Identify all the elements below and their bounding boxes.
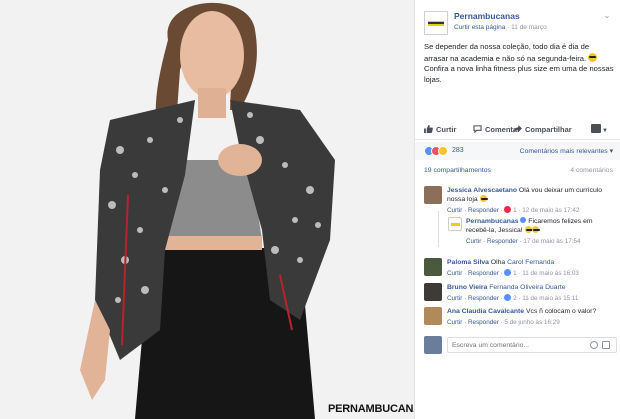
comment-actions[interactable]: Curtir · Responder · [466, 238, 522, 245]
comment-meta: Curtir · Responder · 1 · 12 de maio às 1… [447, 206, 580, 214]
page-avatar-mini-icon [591, 124, 601, 133]
comment-text: Vcs ñ colocam o valor? [525, 308, 597, 315]
comment-body: Bruno Vieira Fernanda Oliveira Duarte Cu… [447, 283, 615, 303]
comment-mention[interactable]: Carol Fernanda [507, 259, 554, 266]
reply-thread-line [438, 211, 439, 247]
reaction-count[interactable]: 283 [452, 147, 464, 154]
comment-date[interactable]: 12 de maio às 17:42 [522, 207, 579, 214]
comment-body: Ana Claudia Cavalcante Vcs ñ colocam o v… [447, 307, 615, 327]
post-date[interactable]: 11 de março [511, 24, 547, 31]
comment-author[interactable]: Jessica Alvescaetano [447, 187, 517, 194]
emoji-icon[interactable] [590, 341, 598, 349]
comment-text: Olha [490, 259, 506, 266]
like-reaction-icon [504, 294, 512, 301]
page-name-link[interactable]: Pernambucanas [454, 11, 520, 21]
avatar[interactable] [424, 258, 442, 276]
sunglasses-emoji-icon [588, 52, 598, 62]
post-caption: Se depender da nossa coleção, todo dia é… [424, 42, 614, 85]
comment-meta: Curtir · Responder · 1 · 11 de maio às 1… [447, 269, 579, 277]
comment-author[interactable]: Paloma Silva [447, 259, 489, 266]
comment-author[interactable]: Pernambucanas [466, 218, 519, 225]
yellow-heart-emoji-icon [524, 226, 533, 233]
verified-badge-icon [520, 217, 527, 223]
like-label: Curtir [436, 125, 457, 134]
comment-date[interactable]: 11 de maio às 16:03 [522, 270, 579, 277]
comment-date[interactable]: 5 de junho às 16:29 [504, 319, 559, 326]
comment-date[interactable]: 11 de maio às 15:11 [522, 295, 578, 302]
comment-actions[interactable]: Curtir · Responder · [447, 295, 503, 302]
post-action-bar: Curtir Comentar Compartilhar ▼ [415, 120, 620, 140]
share-button[interactable]: Compartilhar [513, 125, 572, 134]
caption-line-1: Se depender da nossa coleção, todo dia é… [424, 42, 590, 63]
love-reaction-icon [504, 206, 512, 213]
comment-body: Pernambucanas Ficaremos felizes em receb… [466, 217, 614, 246]
like-reaction-icon [504, 269, 512, 276]
sort-label: Comentários mais relevantes [519, 148, 608, 155]
page-subtitle: Curtir esta página · 11 de março [454, 24, 547, 31]
yellow-heart-emoji-icon [531, 226, 540, 233]
thumbs-up-icon [424, 125, 433, 133]
logo-dark-bar [428, 22, 444, 24]
comments-count: 4 comentários [570, 167, 613, 174]
comment-likes[interactable]: 1 [513, 207, 517, 214]
comment-author[interactable]: Ana Claudia Cavalcante [447, 308, 524, 315]
chevron-down-icon[interactable]: ⌄ [602, 11, 612, 21]
comment-actions[interactable]: Curtir · Responder · [447, 207, 503, 214]
caption-line-2: Confira a nova linha fitness plus size e… [424, 64, 614, 84]
comment-body: Paloma Silva Olha Carol Fernanda Curtir … [447, 258, 615, 278]
post-header: Pernambucanas Curtir esta página · 11 de… [424, 9, 614, 37]
like-page-link[interactable]: Curtir esta página [454, 24, 505, 31]
comment-actions[interactable]: Curtir · Responder · [447, 319, 503, 326]
share-label: Compartilhar [525, 125, 572, 134]
avatar [424, 336, 442, 354]
avatar[interactable] [448, 217, 462, 231]
comment-mention[interactable]: Fernanda Oliveira Duarte [489, 284, 565, 291]
comment-likes[interactable]: 1 [513, 270, 517, 277]
shares-count-link[interactable]: 19 compartilhamentos [424, 167, 491, 174]
like-button[interactable]: Curtir [424, 125, 456, 134]
avatar[interactable] [424, 283, 442, 301]
logo-yellow-bar [451, 223, 460, 226]
brand-watermark: PERNAMBUCANAS [328, 403, 414, 415]
post-counts: 19 compartilhamentos 4 comentários [415, 166, 620, 178]
comment-meta: Curtir · Responder · 17 de maio às 17:54 [466, 237, 614, 246]
comment-body: Jessica Alvescaetano Olá vou deixar um c… [447, 186, 615, 215]
comment-meta: Curtir · Responder · 2 · 11 de maio às 1… [447, 294, 579, 302]
reactions-summary[interactable]: 283 Comentários mais relevantes ▾ [415, 142, 620, 160]
page-avatar[interactable] [424, 11, 448, 35]
comment-sort-dropdown[interactable]: Comentários mais relevantes ▾ [520, 147, 613, 155]
comment-author[interactable]: Bruno Vieira [447, 284, 487, 291]
comment-actions[interactable]: Curtir · Responder · [447, 270, 503, 277]
wow-reaction-icon [438, 146, 448, 156]
comment-composer [415, 336, 620, 356]
model-illustration [0, 0, 414, 419]
avatar[interactable] [424, 307, 442, 325]
composer-icons [588, 341, 612, 349]
view-as-selector[interactable]: ▼ [591, 124, 608, 134]
smile-emoji-icon [479, 195, 488, 202]
comment-meta: Curtir · Responder · 5 de junho às 16:29 [447, 318, 615, 327]
post-side-panel: Pernambucanas Curtir esta página · 11 de… [414, 0, 620, 419]
post-photo[interactable]: PERNAMBUCANAS [0, 0, 414, 419]
comment-date[interactable]: 17 de maio às 17:54 [523, 238, 580, 245]
comment-likes[interactable]: 2 [513, 295, 517, 302]
camera-icon[interactable] [602, 341, 610, 349]
avatar[interactable] [424, 186, 442, 204]
comment-bubble-icon [473, 125, 482, 133]
share-arrow-icon [513, 125, 522, 133]
caret-down-icon: ▼ [602, 128, 608, 134]
